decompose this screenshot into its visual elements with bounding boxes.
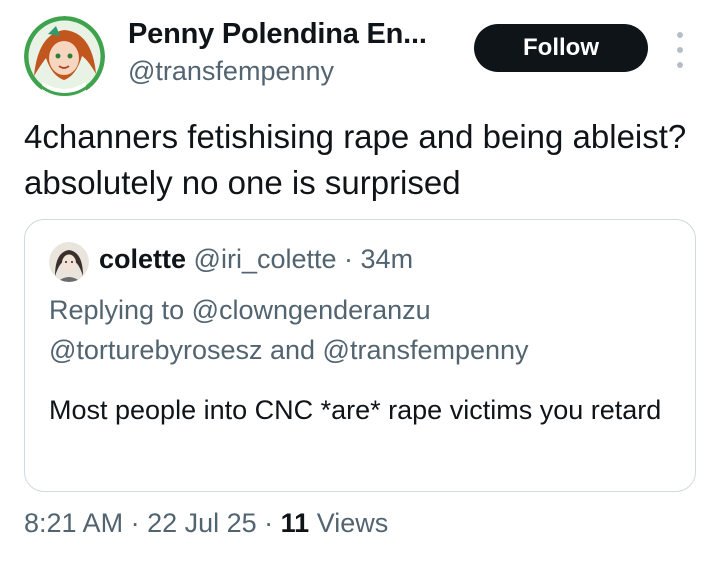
- replying-to-line: Replying to @clowngenderanzu @torturebyr…: [49, 290, 679, 370]
- author-avatar-image: [24, 16, 105, 97]
- views-count: 11: [280, 508, 310, 538]
- tweet-text: 4channers fetishising rape and being abl…: [24, 118, 687, 201]
- reply-and-text: and: [262, 335, 323, 365]
- author-display-name[interactable]: Penny Polendina En...: [128, 18, 427, 51]
- reply-user-link[interactable]: @torturebyrosesz: [49, 335, 262, 365]
- replying-to-prefix: Replying to: [49, 295, 192, 325]
- tweet-date[interactable]: 22 Jul 25: [147, 508, 257, 538]
- tweet-time[interactable]: 8:21 AM: [24, 508, 123, 538]
- more-vertical-icon[interactable]: [668, 32, 692, 68]
- quoted-tweet-card[interactable]: colette @iri_colette · 34m Replying to @…: [24, 219, 696, 492]
- quoted-author-avatar[interactable]: [49, 242, 89, 282]
- footer-separator: ·: [123, 508, 148, 538]
- quoted-timestamp[interactable]: 34m: [361, 244, 414, 274]
- more-dot: [677, 47, 683, 53]
- author-handle[interactable]: @transfempenny: [128, 56, 334, 87]
- follow-button[interactable]: Follow: [474, 24, 648, 72]
- reply-user-link[interactable]: @clowngenderanzu: [192, 295, 431, 325]
- tweet-footer: 8:21 AM · 22 Jul 25 · 11 Views: [24, 508, 388, 539]
- views-label: Views: [309, 508, 389, 538]
- more-dot: [677, 62, 683, 68]
- quoted-avatar-image: [49, 242, 89, 282]
- reply-user-link[interactable]: @transfempenny: [323, 335, 529, 365]
- author-avatar[interactable]: [24, 16, 105, 97]
- footer-separator: ·: [256, 508, 281, 538]
- quoted-author-name[interactable]: colette: [99, 244, 186, 274]
- more-dot: [677, 32, 683, 38]
- quoted-author-handle[interactable]: @iri_colette: [194, 244, 337, 274]
- meta-separator: ·: [344, 244, 361, 274]
- quoted-tweet-text: Most people into CNC *are* rape victims …: [49, 395, 662, 425]
- quoted-header: colette @iri_colette · 34m: [99, 244, 413, 275]
